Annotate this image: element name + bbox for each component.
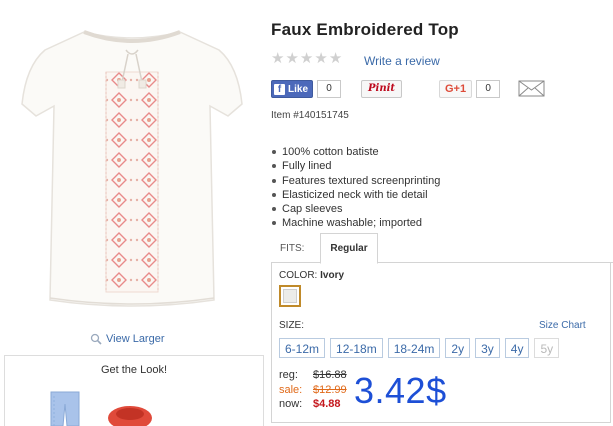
fits-label: FITS: (280, 243, 305, 254)
color-swatch-ivory[interactable] (279, 285, 301, 307)
color-label: COLOR: Ivory (279, 270, 344, 281)
sale-price-value: $12.99 (313, 383, 347, 396)
magnifier-icon (90, 333, 102, 345)
feature-item: Fully lined (271, 159, 440, 173)
facebook-like-count: 0 (317, 80, 342, 98)
facebook-like-widget: f Like 0 (271, 80, 342, 98)
view-larger-label: View Larger (106, 333, 165, 345)
size-options: 6-12m 12-18m 18-24m 2y 3y 4y 5y (279, 338, 560, 358)
regular-price-label: reg: (279, 369, 298, 381)
facebook-like-label: Like (288, 83, 309, 95)
price-block: reg: $16.88 sale: $12.99 now: $4.88 (279, 368, 347, 412)
size-option-6-12m[interactable]: 6-12m (279, 338, 326, 358)
product-image[interactable] (14, 10, 250, 322)
feature-item: Machine washable; imported (271, 216, 440, 230)
star-icon: ★ (328, 50, 343, 67)
size-option-4y[interactable]: 4y (504, 338, 530, 358)
view-larger-link[interactable]: View Larger (90, 333, 165, 345)
product-title: Faux Embroidered Top (271, 20, 459, 39)
size-label: SIZE: (279, 320, 305, 331)
look-item-shoes-thumbnail[interactable] (105, 396, 155, 426)
star-icon: ★ (314, 50, 328, 67)
now-price-row: now: $4.88 (279, 397, 347, 412)
regular-price-value: $16.88 (313, 369, 347, 381)
feature-item: Features textured screenprinting (271, 174, 440, 188)
color-label-text: COLOR: (279, 270, 318, 281)
look-item-pants-thumbnail[interactable] (45, 386, 85, 426)
regular-price-row: reg: $16.88 (279, 368, 347, 383)
item-number: Item #140151745 (271, 110, 349, 121)
feature-item: Elasticized neck with tie detail (271, 188, 440, 202)
product-photo (21, 30, 243, 307)
rating-stars[interactable]: ★ ★ ★ ★ ★ (271, 50, 343, 67)
size-option-18-24m[interactable]: 18-24m (387, 338, 441, 358)
size-option-2y[interactable]: 2y (445, 338, 471, 358)
email-envelope-icon[interactable] (518, 80, 545, 97)
get-the-look-panel: Get the Look! (4, 355, 264, 426)
size-option-3y[interactable]: 3y (475, 338, 500, 358)
pinterest-pin-button[interactable]: Pinit (361, 80, 403, 98)
get-the-look-title: Get the Look! (100, 364, 168, 376)
star-icon: ★ (285, 50, 299, 67)
sale-price-label: sale: (279, 383, 303, 396)
google-plus-count: 0 (476, 80, 501, 98)
size-chart-link[interactable]: Size Chart (539, 320, 586, 331)
feature-item: 100% cotton batiste (271, 145, 440, 159)
swatch-fill (283, 289, 297, 303)
facebook-icon: f (274, 83, 285, 95)
pinterest-widget: Pinit (361, 80, 403, 98)
google-plus-widget: G+1 0 (439, 80, 501, 98)
star-icon: ★ (299, 50, 314, 67)
now-price-value: $4.88 (313, 398, 341, 410)
facebook-like-button[interactable]: f Like (271, 80, 314, 98)
size-option-12-18m[interactable]: 12-18m (330, 338, 383, 358)
feature-item: Cap sleeves (271, 202, 440, 216)
sale-price-row: sale: $12.99 (279, 383, 347, 398)
overlay-price: 3.42$ (354, 370, 447, 411)
write-review-link[interactable]: Write a review (364, 54, 440, 68)
google-plus-button[interactable]: G+1 (439, 80, 473, 98)
size-option-5y: 5y (534, 338, 560, 358)
tab-regular[interactable]: Regular (320, 233, 378, 264)
selected-color-name: Ivory (320, 270, 345, 281)
star-icon: ★ (271, 50, 285, 67)
feature-list: 100% cotton batiste Fully lined Features… (271, 145, 440, 231)
now-price-label: now: (279, 398, 303, 410)
